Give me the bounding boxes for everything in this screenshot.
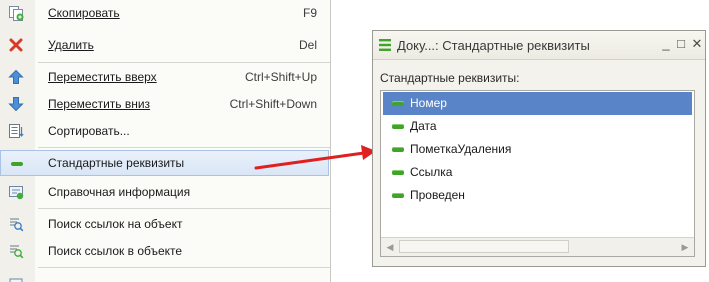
list-item-label: Ссылка bbox=[410, 165, 453, 179]
menu-item-copy-label: Скопировать bbox=[48, 6, 120, 20]
menu-item-find-refs-in-object-label: Поиск ссылок в объекте bbox=[48, 244, 183, 258]
menu-item-delete[interactable]: Удалить Del bbox=[0, 32, 329, 58]
standard-attributes-window: Доку...: Стандартные реквизиты _ □ ✕ Ста… bbox=[372, 30, 706, 267]
menu-item-sort[interactable]: Сортировать... bbox=[0, 118, 329, 144]
menu-item-copy[interactable]: Скопировать F9 bbox=[0, 0, 329, 26]
menu-item-move-down-label: Переместить вниз bbox=[48, 97, 151, 111]
delete-x-icon bbox=[9, 38, 23, 52]
green-dash-icon bbox=[11, 162, 23, 166]
menu-item-cut-off[interactable] bbox=[0, 270, 329, 282]
menu-item-find-refs-to-object[interactable]: Поиск ссылок на объект bbox=[0, 211, 329, 237]
menu-separator bbox=[38, 267, 330, 268]
scroll-right-icon[interactable]: ▶ bbox=[678, 240, 692, 254]
list-item-label: Дата bbox=[410, 119, 437, 133]
menu-item-copy-shortcut: F9 bbox=[302, 6, 317, 20]
menu-item-move-up-shortcut: Ctrl+Shift+Up bbox=[244, 70, 317, 84]
menu-item-standard-attributes-label: Стандартные реквизиты bbox=[48, 156, 185, 170]
menu-separator bbox=[38, 208, 330, 209]
list-item-label: Номер bbox=[410, 96, 447, 110]
menu-item-move-down[interactable]: Переместить вниз Ctrl+Shift+Down bbox=[0, 91, 329, 117]
scrollbar-thumb[interactable] bbox=[399, 240, 569, 253]
green-dash-icon bbox=[392, 124, 404, 129]
arrow-up-icon bbox=[8, 69, 24, 84]
menu-item-reference-info[interactable]: Справочная информация bbox=[0, 179, 329, 205]
menu-item-delete-shortcut: Del bbox=[298, 38, 317, 52]
window-list-icon bbox=[379, 39, 391, 51]
find-refs-in-icon bbox=[10, 245, 24, 259]
window-title: Доку...: Стандартные реквизиты bbox=[397, 38, 590, 53]
arrow-down-icon bbox=[8, 97, 24, 112]
list-item[interactable]: Проведен bbox=[383, 184, 692, 207]
context-menu: Скопировать F9 Удалить Del Переместить в… bbox=[0, 0, 331, 282]
menu-item-standard-attributes[interactable]: Стандартные реквизиты bbox=[0, 150, 329, 176]
horizontal-scrollbar[interactable]: ◀ ▶ bbox=[381, 237, 694, 256]
window-titlebar[interactable]: Доку...: Стандартные реквизиты _ □ ✕ bbox=[373, 31, 705, 60]
partial-icon bbox=[9, 278, 23, 282]
menu-separator bbox=[38, 62, 330, 63]
menu-item-sort-label: Сортировать... bbox=[48, 124, 130, 138]
green-dash-icon bbox=[392, 193, 404, 198]
green-dash-icon bbox=[392, 147, 404, 152]
menu-item-reference-info-label: Справочная информация bbox=[48, 185, 191, 199]
info-monitor-icon bbox=[9, 186, 24, 200]
menu-separator bbox=[38, 147, 330, 148]
maximize-button[interactable]: □ bbox=[673, 36, 689, 52]
copy-icon bbox=[9, 6, 24, 21]
menu-item-find-refs-to-object-label: Поиск ссылок на объект bbox=[48, 217, 183, 231]
green-dash-icon bbox=[392, 170, 404, 175]
sort-list-icon bbox=[9, 124, 24, 138]
attributes-list[interactable]: Номер Дата ПометкаУдаления Ссылка Провед… bbox=[380, 90, 695, 257]
menu-item-move-up[interactable]: Переместить вверх Ctrl+Shift+Up bbox=[0, 64, 329, 90]
menu-item-delete-label: Удалить bbox=[48, 38, 94, 52]
attributes-caption: Стандартные реквизиты: bbox=[380, 71, 520, 85]
list-item[interactable]: ПометкаУдаления bbox=[383, 138, 692, 161]
list-item-label: ПометкаУдаления bbox=[410, 142, 512, 156]
list-item[interactable]: Номер bbox=[383, 92, 692, 115]
list-item[interactable]: Ссылка bbox=[383, 161, 692, 184]
green-dash-icon bbox=[392, 101, 404, 106]
menu-item-move-down-shortcut: Ctrl+Shift+Down bbox=[229, 97, 317, 111]
scroll-left-icon[interactable]: ◀ bbox=[383, 240, 397, 254]
menu-item-move-up-label: Переместить вверх bbox=[48, 70, 157, 84]
list-item-label: Проведен bbox=[410, 188, 465, 202]
close-button[interactable]: ✕ bbox=[689, 36, 705, 52]
find-refs-icon bbox=[10, 218, 24, 232]
menu-item-find-refs-in-object[interactable]: Поиск ссылок в объекте bbox=[0, 238, 329, 264]
minimize-button[interactable]: _ bbox=[658, 36, 674, 52]
list-item[interactable]: Дата bbox=[383, 115, 692, 138]
